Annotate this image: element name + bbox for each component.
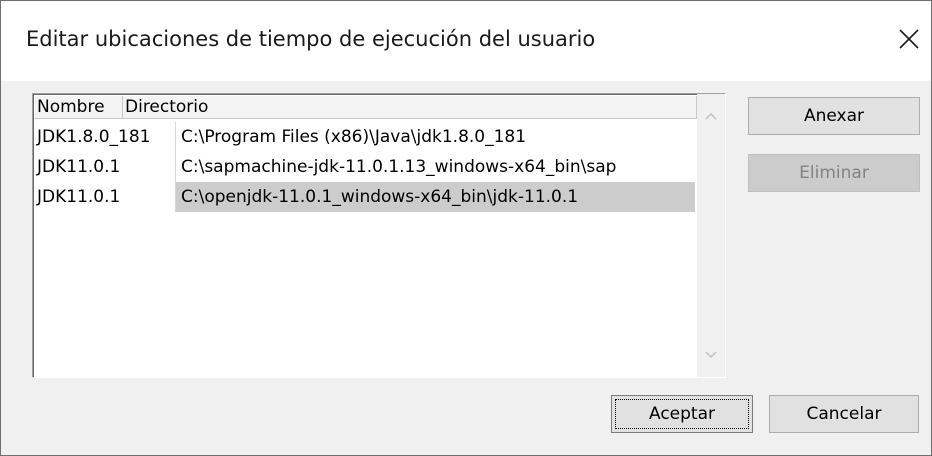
scroll-down-button[interactable] [697,341,725,369]
list-rows: JDK1.8.0_181 C:\Program Files (x86)\Java… [35,122,695,212]
column-header-directorio[interactable]: Directorio [123,96,697,119]
chevron-up-icon [705,112,717,120]
row-directory: C:\openjdk-11.0.1_windows-x64_bin\jdk-11… [176,182,695,212]
anexar-button[interactable]: Anexar [748,97,920,135]
list-row[interactable]: JDK1.8.0_181 C:\Program Files (x86)\Java… [35,122,695,152]
row-directory: C:\sapmachine-jdk-11.0.1.13_windows-x64_… [181,157,617,177]
close-icon [899,29,919,49]
vertical-scrollbar[interactable] [697,94,725,377]
list-row[interactable]: JDK11.0.1 C:\sapmachine-jdk-11.0.1.13_wi… [35,152,695,182]
row-name: JDK11.0.1 [35,182,176,212]
aceptar-button[interactable]: Aceptar [611,395,753,433]
list-header: Nombre Directorio [35,96,697,121]
scroll-up-button[interactable] [697,102,725,130]
eliminar-button[interactable]: Eliminar [748,154,920,192]
list-row-selected[interactable]: JDK11.0.1 C:\openjdk-11.0.1_windows-x64_… [35,182,695,212]
row-directory: C:\Program Files (x86)\Java\jdk1.8.0_181 [181,127,527,147]
column-header-nombre[interactable]: Nombre [35,96,123,119]
dialog-window: Editar ubicaciones de tiempo de ejecució… [0,0,932,456]
focus-ring [615,399,749,429]
runtime-list[interactable]: Nombre Directorio JDK1.8.0_181 C:\Progra… [32,93,726,378]
title-bar: Editar ubicaciones de tiempo de ejecució… [1,1,931,81]
close-button[interactable] [891,21,927,57]
row-name: JDK1.8.0_181 [35,122,176,152]
cancelar-button[interactable]: Cancelar [769,395,919,433]
dialog-title: Editar ubicaciones de tiempo de ejecució… [26,27,596,51]
row-name: JDK11.0.1 [35,152,176,182]
chevron-down-icon [705,351,717,359]
